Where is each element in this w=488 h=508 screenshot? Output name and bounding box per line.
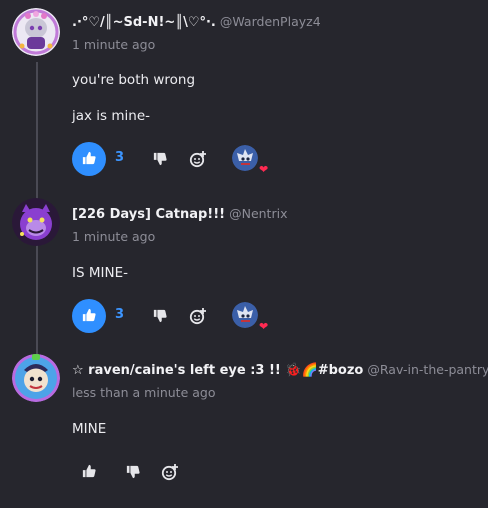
author-name[interactable]: ☆ raven/caine's left eye :3 !! 🐞🌈#bozo (72, 363, 363, 378)
thumbs-up-icon (82, 150, 96, 169)
like-button[interactable] (72, 455, 106, 489)
thumbs-up-icon (82, 307, 96, 326)
author-name[interactable]: .·°♡/║~Sd-N!~║\♡°·. (72, 15, 216, 30)
like-button[interactable] (72, 299, 106, 333)
timestamp: less than a minute ago (72, 385, 216, 400)
comment-text: jax is mine- (72, 108, 151, 124)
avatar[interactable] (12, 198, 60, 246)
comment-text: MINE (72, 421, 107, 437)
author-handle[interactable]: @WardenPlayz4 (220, 14, 321, 29)
avatar[interactable] (12, 8, 60, 56)
add-reaction-icon[interactable] (160, 462, 180, 482)
thumbs-down-icon[interactable] (150, 306, 170, 326)
like-button[interactable] (72, 142, 106, 176)
timestamp: 1 minute ago (72, 229, 156, 244)
thumbs-down-icon[interactable] (150, 149, 170, 169)
like-count: 3 (115, 150, 125, 165)
author-name[interactable]: [226 Days] Catnap!!! (72, 207, 225, 222)
comment-text: IS MINE- (72, 265, 128, 281)
add-reaction-icon[interactable] (188, 149, 208, 169)
heart-icon: ❤ (259, 163, 269, 176)
avatar[interactable] (12, 354, 60, 402)
author-handle[interactable]: @Nentrix (229, 206, 287, 221)
heart-icon: ❤ (259, 320, 269, 333)
like-count: 3 (115, 307, 125, 322)
timestamp: 1 minute ago (72, 37, 156, 52)
author-handle[interactable]: @Rav-in-the-pantry (367, 362, 488, 377)
thumbs-down-icon[interactable] (123, 462, 143, 482)
reactor-avatar[interactable] (232, 302, 258, 328)
comment-text: you're both wrong (72, 72, 196, 88)
reactor-avatar[interactable] (232, 145, 258, 171)
add-reaction-icon[interactable] (188, 306, 208, 326)
thumbs-up-icon (82, 463, 96, 482)
